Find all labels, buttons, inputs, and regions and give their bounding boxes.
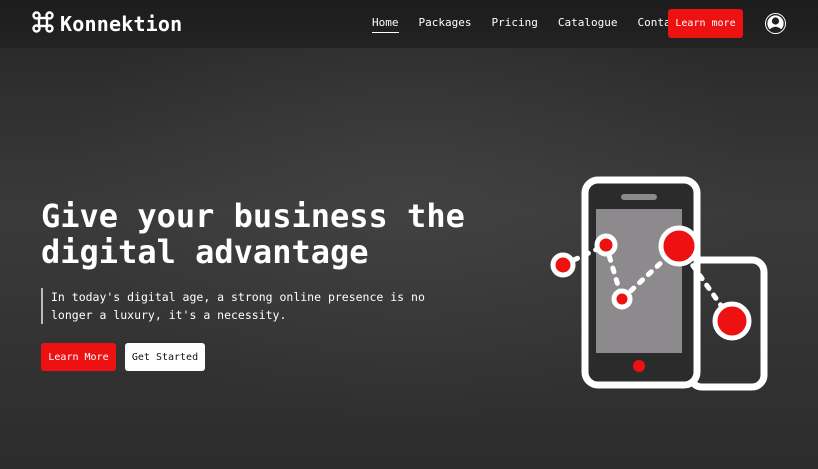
hero-title: Give your business the digital advantage <box>41 198 501 270</box>
top-navigation-bar: Konnektion Home Packages Pricing Catalog… <box>0 0 818 48</box>
hero-subtitle: In today's digital age, a strong online … <box>41 288 461 324</box>
phone-network-illustration <box>548 175 770 393</box>
brand-logo[interactable]: Konnektion <box>32 10 182 38</box>
main-nav: Home Packages Pricing Catalogue Contact <box>372 16 684 33</box>
get-started-button[interactable]: Get Started <box>125 343 205 371</box>
header-learn-more-button[interactable]: Learn more <box>668 9 743 38</box>
network-logo-icon <box>32 11 54 37</box>
nav-packages[interactable]: Packages <box>419 16 472 33</box>
learn-more-button[interactable]: Learn More <box>41 343 116 371</box>
nav-catalogue[interactable]: Catalogue <box>558 16 618 33</box>
hero-title-line-1: Give your business the <box>41 197 465 235</box>
user-circle-icon[interactable] <box>765 13 786 34</box>
nav-home[interactable]: Home <box>372 16 399 33</box>
nav-pricing[interactable]: Pricing <box>491 16 537 33</box>
brand-name: Konnektion <box>60 12 183 36</box>
hero-title-line-2: digital advantage <box>41 233 369 271</box>
